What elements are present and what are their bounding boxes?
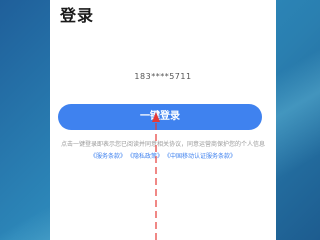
agreement-links: 《服务条款》 《隐私政策》 《中国移动认证服务条款》 bbox=[50, 152, 276, 161]
carrier-terms-link[interactable]: 《中国移动认证服务条款》 bbox=[167, 153, 236, 160]
swipe-gesture-line bbox=[152, 112, 160, 240]
login-sheet: 登录 183****5711 一键登录 点击一键登录即表示您已阅读并同意相关协议… bbox=[50, 0, 276, 240]
page-title: 登录 bbox=[60, 6, 95, 25]
masked-phone-number: 183****5711 bbox=[134, 72, 192, 81]
agreement-text: 点击一键登录即表示您已阅读并同意相关协议，同意运营商保护您的个人信息 bbox=[60, 141, 265, 148]
terms-link[interactable]: 《服务条款》 bbox=[90, 153, 126, 160]
